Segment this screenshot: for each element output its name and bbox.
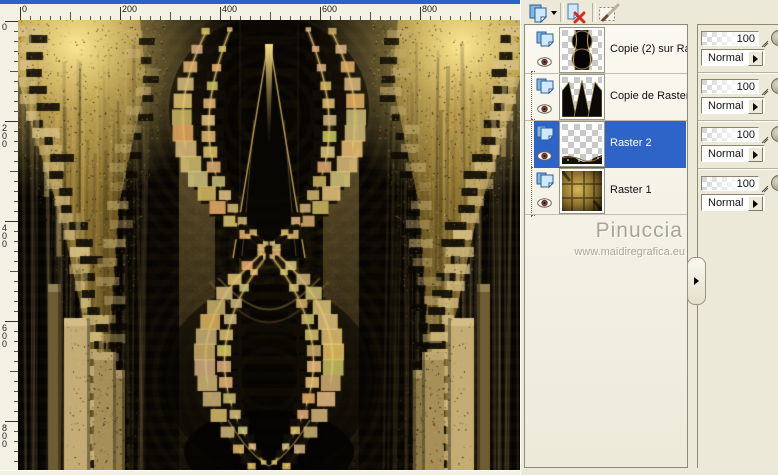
layers-palette: Copie (2) sur Raster	[520, 0, 778, 475]
blend-mode-value: Normal	[708, 100, 744, 112]
blend-mode-value: Normal	[708, 148, 744, 160]
layer-opacity-slider[interactable]: 100	[701, 176, 759, 191]
layer-thumbnail[interactable]	[560, 75, 604, 119]
layers-palette-toolbar	[521, 0, 778, 26]
layer-type-icon	[536, 78, 555, 100]
canvas-artwork[interactable]	[18, 20, 520, 470]
v-ruler-label: 0	[2, 22, 8, 32]
delete-layer-button[interactable]	[564, 2, 588, 24]
blend-mode-select[interactable]: Normal	[701, 97, 765, 114]
h-ruler-label: 200	[122, 4, 138, 14]
layer-type-icon	[536, 172, 555, 194]
new-layer-icon	[529, 4, 548, 23]
layer-row[interactable]: Copie (2) sur Raster	[525, 27, 687, 74]
layer-row[interactable]: Raster 1	[525, 168, 687, 215]
v-ruler-label: 600	[2, 323, 8, 349]
layer-name: Copie (2) sur Raster	[610, 43, 687, 55]
palette-splitter-grip[interactable]	[687, 257, 706, 305]
layer-type-icon	[536, 125, 555, 147]
layer-opacity-slider[interactable]: 100	[701, 127, 759, 142]
h-ruler-label: 600	[322, 4, 338, 14]
layer-link-rail	[531, 71, 532, 217]
lock-transparency-icon[interactable]	[771, 175, 778, 191]
watermark-url: www.maidiregrafica.eu	[574, 246, 685, 258]
lock-transparency-icon[interactable]	[771, 78, 778, 94]
delete-layer-icon	[567, 3, 586, 23]
h-ruler-label: 800	[422, 4, 438, 14]
v-ruler-label: 200	[2, 123, 8, 149]
layer-list: Copie (2) sur Raster	[524, 24, 688, 468]
new-layer-button[interactable]	[526, 2, 550, 24]
new-layer-dropdown-arrow[interactable]	[551, 11, 557, 15]
layer-opacity-slider[interactable]: 100	[701, 79, 759, 94]
layer-thumbnail[interactable]	[560, 169, 604, 213]
toolbar-separator	[592, 3, 596, 22]
opacity-drag-corner[interactable]	[761, 88, 769, 96]
vertical-ruler: 0 200 400 600 800	[0, 20, 19, 470]
layer-name: Raster 2	[610, 137, 652, 149]
blend-mode-arrow-button[interactable]	[748, 196, 763, 211]
layer-name: Copie de Raster 2	[610, 90, 688, 102]
v-ruler-label: 400	[2, 223, 8, 249]
h-ruler-label: 0	[22, 4, 28, 14]
visibility-eye-icon[interactable]	[537, 101, 552, 119]
blend-mode-arrow-button[interactable]	[748, 51, 763, 66]
horizontal-ruler: 0 200 400 600 800	[18, 4, 520, 21]
layer-thumbnail[interactable]	[560, 122, 604, 166]
blend-mode-value: Normal	[708, 52, 744, 64]
opacity-value: 100	[736, 33, 755, 45]
layer-type-icon	[536, 31, 555, 53]
layer-row[interactable]: Copie de Raster 2	[525, 74, 688, 121]
opacity-drag-corner[interactable]	[761, 40, 769, 48]
layer-thumbnail[interactable]	[560, 28, 604, 72]
blend-mode-arrow-button[interactable]	[748, 147, 763, 162]
psp-workspace: 0 200 400 600 800 0 200 400 600 800 Copi…	[0, 0, 778, 475]
collapse-arrow-icon	[694, 277, 699, 285]
blend-mode-arrow-button[interactable]	[748, 99, 763, 114]
blend-mode-select[interactable]: Normal	[701, 145, 765, 162]
blend-mode-value: Normal	[708, 197, 744, 209]
visibility-eye-icon[interactable]	[537, 148, 552, 166]
lock-transparency-icon[interactable]	[771, 126, 778, 142]
watermark-name: Pinuccia	[595, 219, 683, 242]
opacity-value: 100	[736, 129, 755, 141]
opacity-drag-corner[interactable]	[761, 136, 769, 144]
visibility-eye-icon[interactable]	[537, 54, 552, 72]
layer-opacity-slider[interactable]: 100	[701, 31, 759, 46]
visibility-eye-icon[interactable]	[537, 195, 552, 213]
opacity-drag-corner[interactable]	[761, 185, 769, 193]
layer-row[interactable]: Raster 2	[534, 121, 686, 168]
v-ruler-label: 800	[2, 423, 8, 449]
layer-controls-panel: 100 Normal 100 Normal 100 Normal 100 Nor…	[697, 24, 778, 468]
canvas-bottom-edge	[0, 470, 520, 475]
opacity-value: 100	[736, 178, 755, 190]
blend-mode-select[interactable]: Normal	[701, 49, 765, 66]
edit-selection-button[interactable]	[597, 2, 621, 24]
ruler-corner	[0, 4, 19, 21]
opacity-value: 100	[736, 81, 755, 93]
layer-name: Raster 1	[610, 184, 652, 196]
lock-transparency-icon[interactable]	[771, 30, 778, 46]
edit-selection-icon	[599, 3, 620, 21]
h-ruler-label: 400	[222, 4, 238, 14]
blend-mode-select[interactable]: Normal	[701, 194, 765, 211]
